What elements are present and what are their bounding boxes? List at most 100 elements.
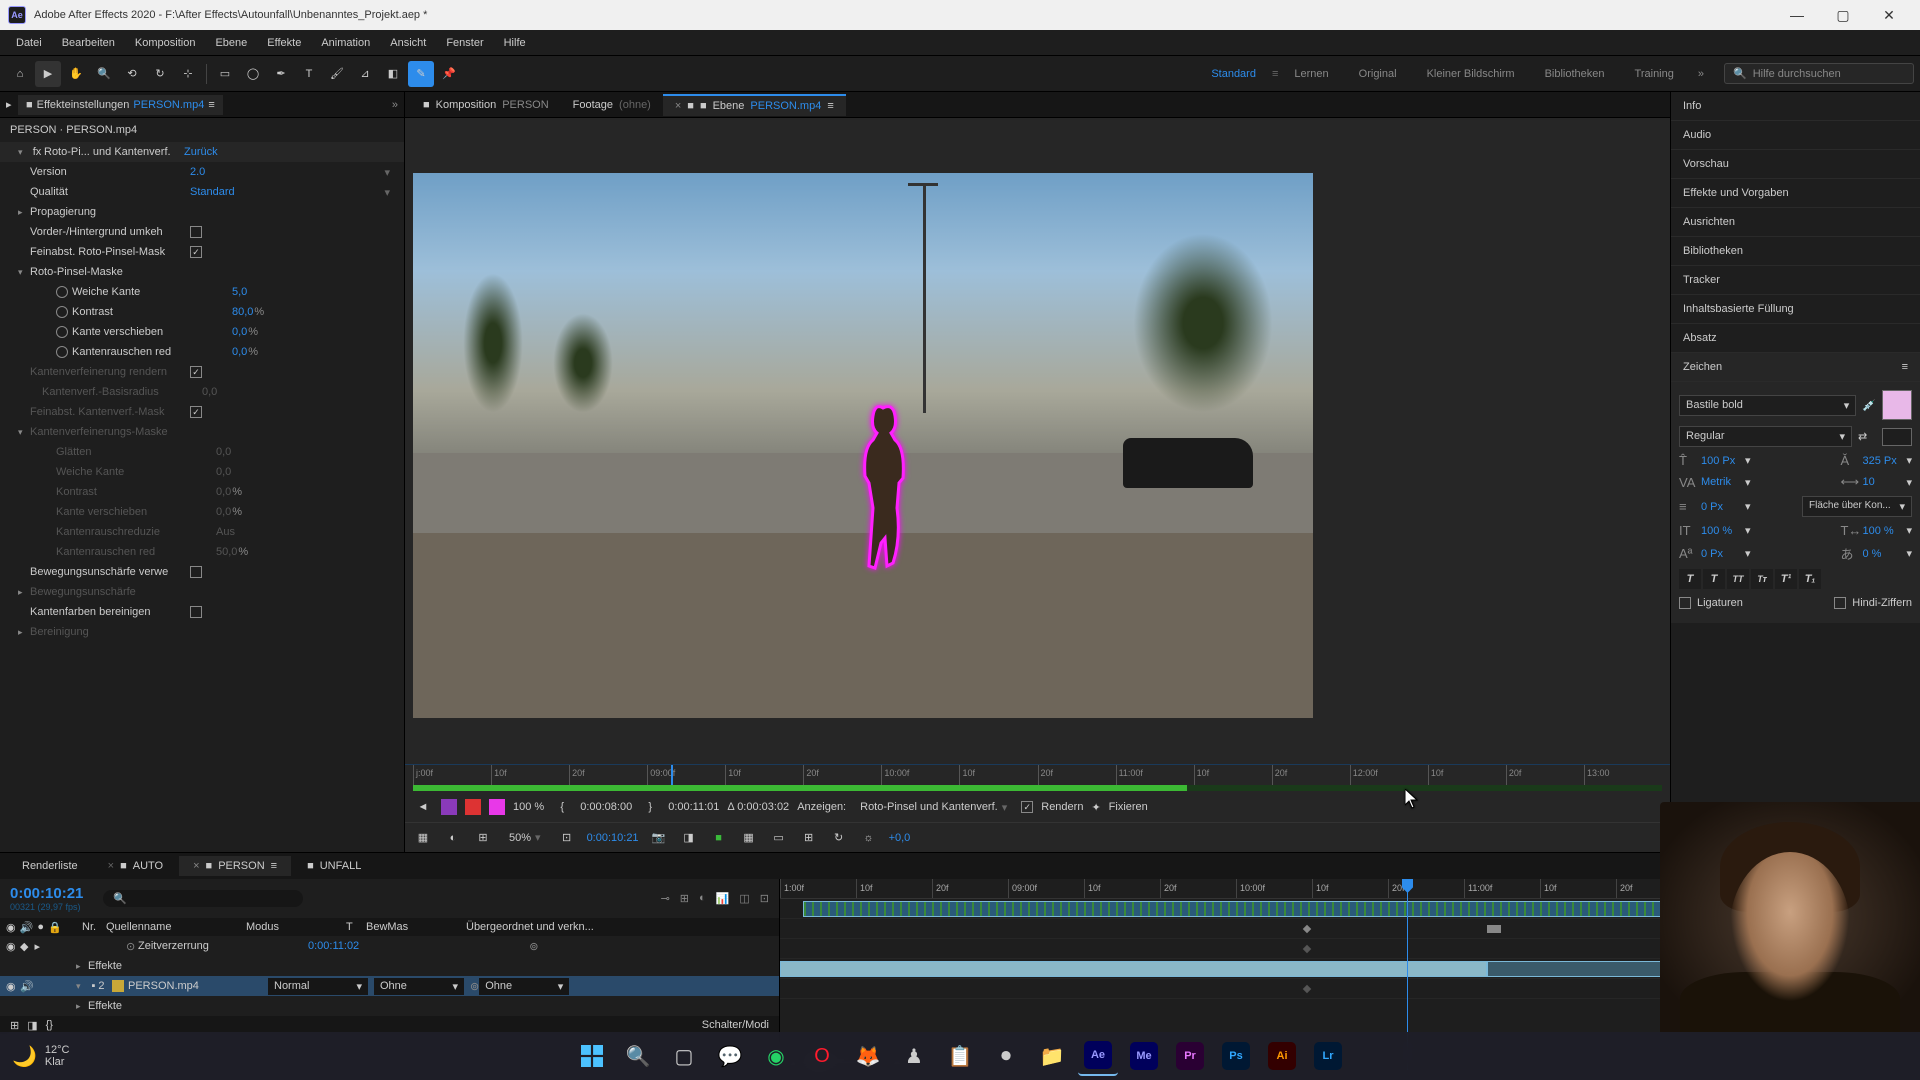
panel-overflow-icon[interactable]: »: [392, 99, 398, 111]
effect-property-row[interactable]: QualitätStandard▾: [0, 182, 404, 202]
layer-2-prop-effects[interactable]: ▸ Effekte: [0, 996, 779, 1016]
layer-1-prop-effects[interactable]: ▸ Effekte: [0, 956, 779, 976]
layer-2-mode[interactable]: Normal▾: [268, 978, 368, 995]
panel-audio[interactable]: Audio: [1671, 121, 1920, 150]
property-checkbox[interactable]: [190, 246, 202, 258]
switches-modes-label[interactable]: Schalter/Modi: [702, 1019, 769, 1031]
layer-audio-icon[interactable]: 🔊: [20, 980, 34, 993]
show-snapshot-icon[interactable]: ◨: [679, 828, 699, 848]
taskbar-photoshop[interactable]: Ps: [1216, 1036, 1256, 1076]
tl-snap-icon[interactable]: ⊡: [760, 892, 769, 905]
puppet-tool[interactable]: 📌: [436, 61, 462, 87]
smallcaps-button[interactable]: Tᴛ: [1751, 569, 1773, 589]
taskbar-weather[interactable]: 🌙 12°CKlar: [12, 1044, 69, 1069]
tracking-value[interactable]: 10: [1862, 476, 1902, 488]
in-time[interactable]: 0:00:08:00: [580, 801, 632, 813]
bold-button[interactable]: T: [1679, 569, 1701, 589]
stroke-swap-icon[interactable]: ⇄: [1858, 430, 1876, 443]
property-checkbox[interactable]: [190, 226, 202, 238]
tl-frame-blend-icon[interactable]: ⊞: [680, 892, 689, 905]
taskbar-premiere[interactable]: Pr: [1170, 1036, 1210, 1076]
roto-brush-tool[interactable]: ✎: [408, 61, 434, 87]
taskbar-illustrator[interactable]: Ai: [1262, 1036, 1302, 1076]
effect-property-row[interactable]: Version2.0▾: [0, 162, 404, 182]
kerning-value[interactable]: Metrik: [1701, 476, 1741, 488]
refresh-icon[interactable]: ↻: [829, 828, 849, 848]
start-button[interactable]: [572, 1036, 612, 1076]
region-icon[interactable]: ▭: [769, 828, 789, 848]
tab-ebene[interactable]: × ■■ EbenePERSON.mp4≡: [663, 94, 846, 116]
effect-property-row[interactable]: ▾Roto-Pinsel-Maske: [0, 262, 404, 282]
keyframe-bar[interactable]: [1487, 925, 1501, 933]
effect-controls-tab[interactable]: ■ Effekteinstellungen PERSON.mp4 ≡: [18, 95, 223, 115]
taskbar-app1[interactable]: ♟: [894, 1036, 934, 1076]
effect-property-row[interactable]: Kontrast0,0%: [0, 482, 404, 502]
ligatures-checkbox[interactable]: [1679, 597, 1691, 609]
panel-zeichen-header[interactable]: Zeichen≡: [1671, 353, 1920, 382]
hindi-checkbox[interactable]: [1834, 597, 1846, 609]
taskbar-explorer[interactable]: 📁: [1032, 1036, 1072, 1076]
effect-property-row[interactable]: Kontrast80,0%: [0, 302, 404, 322]
stroke-color-swatch[interactable]: [1882, 428, 1912, 446]
workspace-kleiner[interactable]: Kleiner Bildschirm: [1413, 62, 1529, 86]
font-family-dropdown[interactable]: Bastile bold▾: [1679, 395, 1856, 416]
property-checkbox[interactable]: [190, 366, 202, 378]
timeline-timecode[interactable]: 0:00:10:21: [10, 885, 83, 902]
menu-bearbeiten[interactable]: Bearbeiten: [52, 33, 125, 53]
in-bracket-icon[interactable]: {: [552, 797, 572, 817]
parent-pickwhip-icon[interactable]: ⊚: [529, 940, 538, 953]
layer-visibility-icon[interactable]: ◉: [6, 980, 20, 993]
layer-2-row[interactable]: ◉ 🔊 ▾ ▪ 2 PERSON.mp4 Normal▾ Ohne▾ ⊚ Ohn…: [0, 976, 779, 996]
home-tool[interactable]: ⌂: [7, 61, 33, 87]
tab-komposition[interactable]: ■KompositionPERSON: [411, 95, 561, 115]
taskbar-teams[interactable]: 💬: [710, 1036, 750, 1076]
timeremap-value[interactable]: 0:00:11:02: [308, 940, 359, 952]
taskbar-whatsapp[interactable]: ◉: [756, 1036, 796, 1076]
menu-animation[interactable]: Animation: [311, 33, 380, 53]
fill-color-swatch[interactable]: [1882, 390, 1912, 420]
transparency-icon[interactable]: ▦: [739, 828, 759, 848]
layer-1-prop-time[interactable]: ◉◆▸ ⊙ Zeitverzerrung 0:00:11:02 ⊚: [0, 936, 779, 956]
exposure-value[interactable]: +0,0: [889, 832, 911, 844]
rotation-tool[interactable]: ↻: [147, 61, 173, 87]
tl-graph-icon[interactable]: 📊: [716, 892, 730, 905]
effect-property-row[interactable]: Kantenrauschen red50,0%: [0, 542, 404, 562]
taskbar-opera[interactable]: O: [802, 1036, 842, 1076]
vscale-value[interactable]: 100 %: [1701, 525, 1741, 537]
allcaps-button[interactable]: TT: [1727, 569, 1749, 589]
property-checkbox[interactable]: [190, 566, 202, 578]
workspace-original[interactable]: Original: [1345, 62, 1411, 86]
panel-vorschau[interactable]: Vorschau: [1671, 150, 1920, 179]
brush-tool[interactable]: 🖌: [324, 61, 350, 87]
effect-property-row[interactable]: Vorder-/Hintergrund umkeh: [0, 222, 404, 242]
effect-reset-link[interactable]: Zurück: [184, 146, 218, 158]
effect-property-row[interactable]: Bewegungsunschärfe verwe: [0, 562, 404, 582]
effect-property-row[interactable]: Weiche Kante0,0: [0, 462, 404, 482]
alpha-percent[interactable]: 100 %: [513, 801, 544, 813]
workspace-overflow-icon[interactable]: »: [1690, 68, 1712, 80]
menu-ebene[interactable]: Ebene: [205, 33, 257, 53]
panel-content-fill[interactable]: Inhaltsbasierte Füllung: [1671, 295, 1920, 324]
minimize-button[interactable]: —: [1774, 0, 1820, 30]
tl-tab-auto[interactable]: ×■AUTO: [94, 856, 177, 876]
pen-tool[interactable]: ✒: [268, 61, 294, 87]
taskbar-firefox[interactable]: 🦊: [848, 1036, 888, 1076]
effect-property-row[interactable]: Kantenrauschen red0,0%: [0, 342, 404, 362]
panel-ausrichten[interactable]: Ausrichten: [1671, 208, 1920, 237]
menu-fenster[interactable]: Fenster: [436, 33, 493, 53]
layer-2-name[interactable]: PERSON.mp4: [128, 980, 268, 992]
stopwatch-icon[interactable]: [56, 326, 68, 338]
keyframe-diamond[interactable]: [1303, 925, 1311, 933]
tl-tab-unfall[interactable]: ■UNFALL: [293, 856, 375, 876]
effect-property-row[interactable]: Kantenverfeinerung rendern: [0, 362, 404, 382]
menu-hilfe[interactable]: Hilfe: [494, 33, 536, 53]
composition-viewer[interactable]: [405, 118, 1670, 764]
stroke-width-value[interactable]: 0 Px: [1701, 501, 1741, 513]
keyframe-diamond[interactable]: [1303, 985, 1311, 993]
snapshot-icon[interactable]: 📷: [649, 828, 669, 848]
layer-2-parent[interactable]: Ohne▾: [479, 978, 569, 995]
roto-chip-magenta[interactable]: [489, 799, 505, 815]
stopwatch-icon[interactable]: ⊙: [126, 940, 138, 953]
hand-tool[interactable]: ✋: [63, 61, 89, 87]
workspace-bibliotheken[interactable]: Bibliotheken: [1531, 62, 1619, 86]
